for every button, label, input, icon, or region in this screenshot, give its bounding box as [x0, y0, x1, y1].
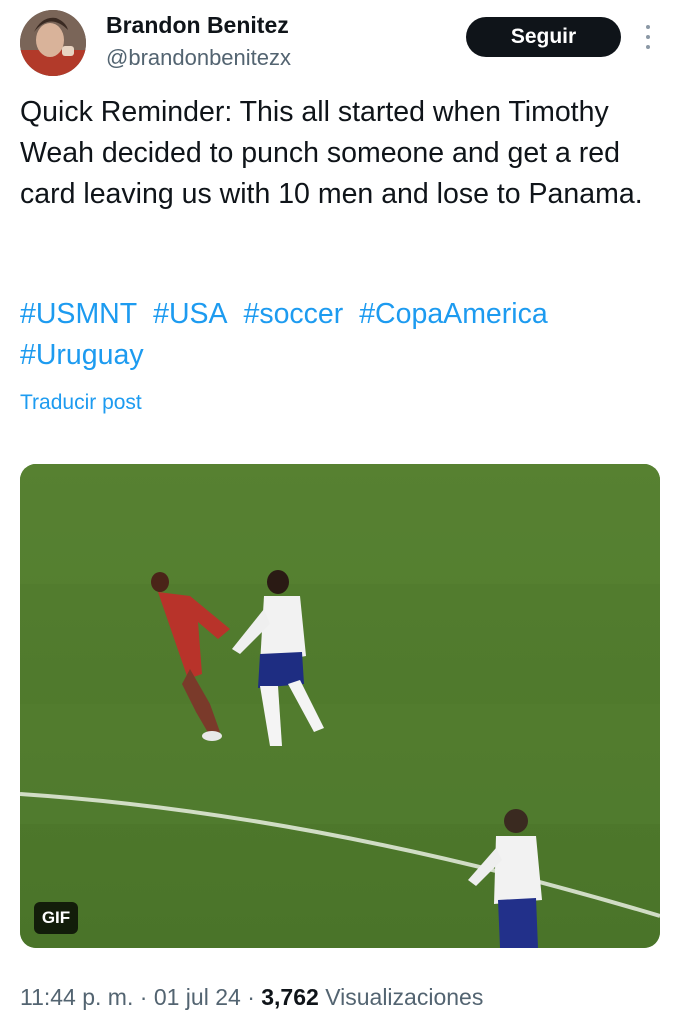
hashtag-list: #USMNT #USA #soccer #CopaAmerica #Urugua… [20, 294, 660, 376]
author-handle[interactable]: @brandonbenitezx [106, 45, 291, 71]
views-count: 3,762 [261, 984, 319, 1010]
more-dot [646, 35, 650, 39]
hashtag-link[interactable]: #Uruguay [20, 339, 144, 371]
hashtag-link[interactable]: #CopaAmerica [359, 298, 548, 330]
user-avatar-photo-icon [20, 10, 86, 76]
translate-post-link[interactable]: Traducir post [20, 391, 142, 415]
follow-button[interactable]: Seguir [466, 17, 621, 57]
more-dot [646, 45, 650, 49]
more-vertical-icon[interactable] [638, 22, 658, 52]
meta-separator: · [247, 984, 255, 1010]
avatar[interactable] [20, 10, 86, 76]
hashtag-link[interactable]: #USA [153, 298, 227, 330]
soccer-pitch-image [20, 464, 660, 948]
tweet: Brandon Benitez @brandonbenitezx Seguir … [0, 0, 680, 1024]
hashtag-link[interactable]: #USMNT [20, 298, 137, 330]
tweet-metadata: 11:44 p. m. · 01 jul 24 · 3,762 Visualiz… [20, 984, 483, 1011]
post-time[interactable]: 11:44 p. m. [20, 984, 133, 1010]
post-date[interactable]: 01 jul 24 [154, 984, 241, 1010]
media-gif[interactable]: GIF [20, 464, 660, 948]
tweet-header: Brandon Benitez @brandonbenitezx Seguir [0, 0, 680, 90]
tweet-text: Quick Reminder: This all started when Ti… [20, 96, 643, 210]
author-name[interactable]: Brandon Benitez [106, 12, 289, 39]
meta-separator: · [139, 984, 148, 1010]
views-label: Visualizaciones [325, 984, 484, 1010]
hashtag-link[interactable]: #soccer [243, 298, 343, 330]
gif-badge: GIF [34, 902, 78, 934]
more-dot [646, 25, 650, 29]
